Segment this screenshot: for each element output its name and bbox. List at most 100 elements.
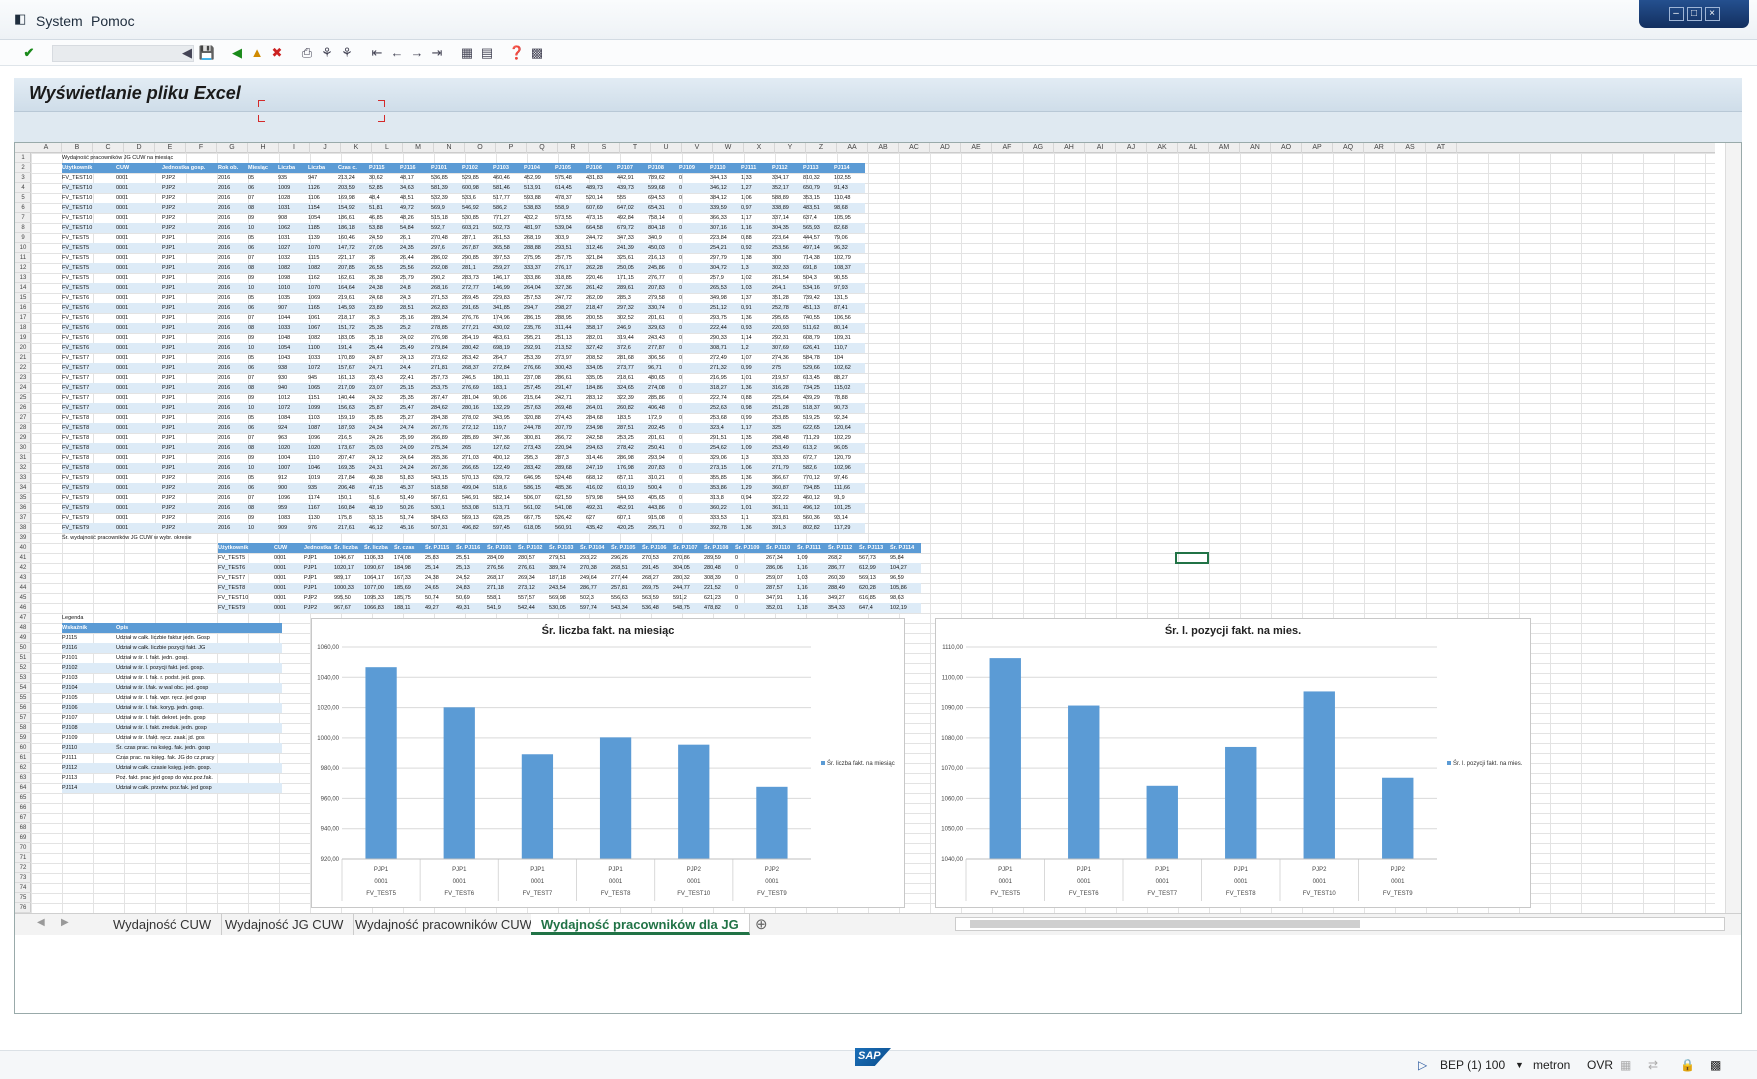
table-cell[interactable]: FV_TEST6	[62, 333, 116, 343]
table-cell[interactable]: 105,86	[890, 583, 921, 593]
table-cell[interactable]: FV_TEST9	[218, 603, 274, 613]
excel-spreadsheet[interactable]: A B C D E F G H I J K L M N O P Q R S T U V W X Y Z AA AB AC AD AE AF AG…	[14, 142, 1742, 1014]
table-cell[interactable]: FV_TEST9	[62, 473, 116, 483]
table-cell[interactable]: 201,61	[648, 313, 679, 323]
table-cell[interactable]: 46,12	[369, 523, 400, 533]
table-cell[interactable]: PJP2	[162, 483, 218, 493]
table-cell[interactable]: 217,61	[338, 523, 369, 533]
table-cell[interactable]: 439,73	[617, 183, 648, 193]
table-cell[interactable]: 80,14	[834, 323, 865, 333]
table-cell[interactable]: 242,58	[586, 433, 617, 443]
table-cell[interactable]: 217,84	[338, 473, 369, 483]
column-header[interactable]: AM	[1209, 143, 1240, 153]
table-cell[interactable]: 0,91	[741, 303, 772, 313]
table-cell[interactable]: 296,26	[611, 553, 642, 563]
table-cell[interactable]: 593,88	[524, 193, 555, 203]
table-cell[interactable]: 243,54	[549, 583, 580, 593]
table-cell[interactable]: 307,69	[772, 343, 803, 353]
column-header[interactable]: Q	[527, 143, 558, 153]
table-cell[interactable]: 1044	[278, 313, 308, 323]
table-cell[interactable]: 0001	[116, 193, 162, 203]
row-header[interactable]: 47	[15, 613, 31, 623]
row-header[interactable]: 8	[15, 223, 31, 233]
table-cell[interactable]: 308,39	[704, 573, 735, 583]
table-cell[interactable]: PJP1	[162, 463, 218, 473]
table-cell[interactable]: 253,49	[772, 443, 803, 453]
table-cell[interactable]: 219,57	[772, 373, 803, 383]
table-cell[interactable]: 25,13	[456, 563, 487, 573]
row-header[interactable]: 35	[15, 493, 31, 503]
table-cell[interactable]: 259,07	[766, 573, 797, 583]
column-header[interactable]: AI	[1085, 143, 1116, 153]
table-cell[interactable]: FV_TEST9	[62, 513, 116, 523]
table-cell[interactable]: 1020	[278, 443, 308, 453]
row-header[interactable]: 12	[15, 263, 31, 273]
table-cell[interactable]: 08	[248, 443, 278, 453]
table-cell[interactable]: 1174	[308, 493, 338, 503]
table-cell[interactable]: 268,2	[828, 553, 859, 563]
table-cell[interactable]: 290,33	[710, 333, 741, 343]
table-cell[interactable]: 340,9	[648, 233, 679, 243]
table-cell[interactable]: 265,36	[431, 453, 462, 463]
table-cell[interactable]: 1035	[278, 293, 308, 303]
table-cell[interactable]: 995,50	[334, 593, 364, 603]
table-cell[interactable]: 0	[679, 173, 710, 183]
legend-cell[interactable]: PJ106	[62, 703, 116, 713]
table-cell[interactable]: 285,89	[462, 433, 493, 443]
table-cell[interactable]: 599,68	[648, 183, 679, 193]
table-cell[interactable]: 106,56	[834, 313, 865, 323]
table-cell[interactable]: 221,52	[704, 583, 735, 593]
table-cell[interactable]: PJP1	[304, 553, 334, 563]
table-cell[interactable]: 519,25	[803, 413, 834, 423]
table-cell[interactable]: 270,86	[673, 553, 704, 563]
table-cell[interactable]: 292,08	[431, 263, 462, 273]
table-cell[interactable]: 1082	[308, 333, 338, 343]
table-cell[interactable]: FV_TEST10	[218, 593, 274, 603]
table-cell[interactable]: 06	[248, 303, 278, 313]
table-cell[interactable]: 1167	[308, 503, 338, 513]
table-cell[interactable]: 0001	[116, 423, 162, 433]
table-cell[interactable]: 324,65	[617, 383, 648, 393]
column-header[interactable]: Z	[806, 143, 837, 153]
table-cell[interactable]: FV_TEST5	[218, 553, 274, 563]
table-cell[interactable]: 1007	[278, 463, 308, 473]
table-header-cell[interactable]: Śr. PJ116	[456, 543, 487, 553]
row-header[interactable]: 56	[15, 703, 31, 713]
table-cell[interactable]: 49,31	[456, 603, 487, 613]
exit-icon[interactable]: ▲	[248, 44, 266, 62]
table-cell[interactable]: PJP2	[162, 493, 218, 503]
row-header[interactable]: 7	[15, 213, 31, 223]
table-cell[interactable]: 293,51	[555, 243, 586, 253]
table-cell[interactable]: 1,06	[741, 463, 772, 473]
table-cell[interactable]: 207,79	[555, 423, 586, 433]
table-cell[interactable]: 96,05	[834, 443, 865, 453]
column-header[interactable]: AT	[1426, 143, 1457, 153]
table-cell[interactable]: 536,48	[642, 603, 673, 613]
table-cell[interactable]: 485,36	[555, 483, 586, 493]
table-cell[interactable]: 97,93	[834, 283, 865, 293]
table-cell[interactable]: 0	[679, 423, 710, 433]
table-cell[interactable]: 1033	[278, 323, 308, 333]
table-cell[interactable]: 244,77	[673, 583, 704, 593]
table-cell[interactable]: 2016	[218, 243, 248, 253]
table-cell[interactable]: 208,52	[586, 353, 617, 363]
table-cell[interactable]: 250,41	[648, 443, 679, 453]
table-cell[interactable]: 276,98	[431, 333, 462, 343]
table-cell[interactable]: FV_TEST5	[62, 243, 116, 253]
row-header[interactable]: 70	[15, 843, 31, 853]
table-cell[interactable]: PJP2	[162, 203, 218, 213]
table-cell[interactable]: 25,83	[425, 553, 456, 563]
row-header[interactable]: 74	[15, 883, 31, 893]
table-cell[interactable]: 335,05	[586, 373, 617, 383]
table-cell[interactable]: 1,36	[741, 473, 772, 483]
table-cell[interactable]: 270,48	[431, 233, 462, 243]
table-cell[interactable]: 1070	[308, 243, 338, 253]
table-cell[interactable]: 82,68	[834, 223, 865, 233]
table-cell[interactable]: 10	[248, 223, 278, 233]
table-cell[interactable]: 513,71	[493, 503, 524, 513]
table-cell[interactable]: 614,45	[555, 183, 586, 193]
table-cell[interactable]: 79,06	[834, 233, 865, 243]
table-cell[interactable]: 657,11	[617, 473, 648, 483]
table-cell[interactable]: 24,32	[369, 393, 400, 403]
table-cell[interactable]: 1054	[308, 213, 338, 223]
